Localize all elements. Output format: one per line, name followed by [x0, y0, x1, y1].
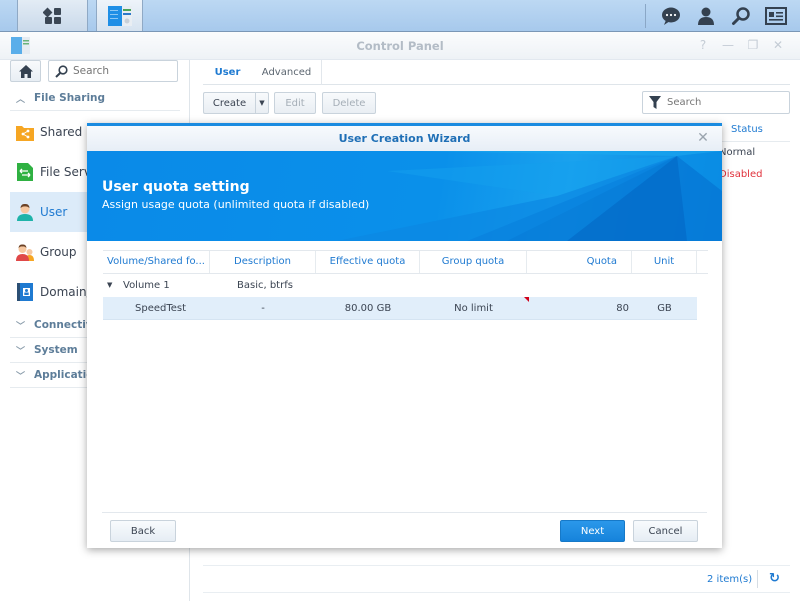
- section-label: File Sharing: [34, 92, 106, 104]
- table-row[interactable]: SpeedTest - 80.00 GB No limit 80 GB: [103, 297, 697, 320]
- create-button[interactable]: Create: [203, 92, 255, 114]
- home-button[interactable]: [10, 60, 41, 82]
- effective-quota: 80.00 GB: [344, 303, 392, 314]
- chat-icon: [662, 7, 680, 25]
- delete-button[interactable]: Delete: [322, 92, 376, 114]
- sidebar-item-label: User: [40, 205, 68, 219]
- wizard-banner: User quota setting Assign usage quota (u…: [87, 151, 722, 241]
- close-icon: ✕: [697, 130, 709, 146]
- next-button[interactable]: Next: [560, 520, 625, 542]
- window-titlebar[interactable]: Control Panel ? — ❐ ✕: [0, 32, 800, 60]
- tab-bar: User Advanced: [203, 60, 790, 85]
- chevron-down-icon: ﹀: [16, 321, 26, 332]
- control-panel-icon: [107, 5, 132, 26]
- create-dropdown-button[interactable]: ▼: [255, 92, 269, 114]
- step-title: User quota setting: [102, 179, 250, 195]
- user-creation-wizard: User Creation Wizard ✕ User quota settin…: [87, 123, 722, 548]
- volume-row[interactable]: ▼ Volume 1 Basic, btrfs: [103, 274, 697, 297]
- shared-folder-name: SpeedTest: [135, 303, 187, 314]
- wizard-footer-divider: [102, 512, 707, 513]
- chevron-down-icon: ﹀: [16, 346, 26, 357]
- footer-separator: [757, 570, 758, 588]
- taskbar-separator: [645, 4, 646, 28]
- user-icon: [16, 203, 34, 221]
- banner-decoration: [337, 151, 722, 241]
- caret-down-icon: ▼: [259, 99, 265, 107]
- column-volume[interactable]: Volume/Shared fo...: [103, 251, 210, 273]
- search-button[interactable]: [729, 4, 753, 28]
- restore-button[interactable]: ❐: [746, 38, 760, 52]
- user-menu-button[interactable]: [694, 4, 718, 28]
- minimize-button[interactable]: —: [721, 38, 735, 52]
- column-group-quota[interactable]: Group quota: [420, 251, 527, 273]
- grid-icon: [42, 7, 61, 24]
- column-unit[interactable]: Unit: [632, 251, 697, 273]
- quota-value[interactable]: 80: [527, 297, 631, 320]
- step-subtitle: Assign usage quota (unlimited quota if d…: [102, 198, 370, 211]
- help-icon: ?: [699, 38, 707, 52]
- tab-user[interactable]: User: [203, 60, 252, 85]
- main-menu-button[interactable]: [17, 0, 88, 31]
- column-effective-quota[interactable]: Effective quota: [316, 251, 420, 273]
- taskbar-control-panel-button[interactable]: [96, 0, 143, 31]
- minimize-icon: —: [722, 38, 734, 52]
- shared-folder-icon: [16, 123, 34, 141]
- chat-button[interactable]: [659, 4, 683, 28]
- help-button[interactable]: ?: [696, 38, 710, 52]
- section-label: System: [34, 344, 78, 356]
- status-disabled: Disabled: [719, 169, 763, 180]
- file-services-icon: [16, 163, 34, 181]
- window-title: Control Panel: [356, 39, 444, 53]
- widgets-button[interactable]: [764, 4, 788, 28]
- refresh-button[interactable]: ↻: [769, 571, 780, 586]
- filter-search-input[interactable]: [667, 97, 777, 108]
- footer-divider: [203, 565, 790, 566]
- refresh-icon: ↻: [769, 571, 780, 586]
- footer-divider: [203, 592, 790, 593]
- domain-icon: [16, 283, 34, 301]
- column-description[interactable]: Description: [210, 251, 316, 273]
- expand-caret-icon[interactable]: ▼: [107, 274, 112, 297]
- column-status[interactable]: Status: [731, 124, 763, 135]
- volume-description: Basic, btrfs: [237, 280, 293, 291]
- search-icon: [732, 7, 750, 25]
- tab-advanced[interactable]: Advanced: [252, 60, 322, 85]
- widget-icon: [765, 7, 787, 25]
- status-normal: Normal: [719, 147, 756, 158]
- filter-search[interactable]: [642, 91, 790, 114]
- filter-icon: [649, 96, 661, 109]
- back-button[interactable]: Back: [110, 520, 176, 542]
- taskbar: [0, 0, 800, 32]
- volume-name: Volume 1: [123, 280, 170, 291]
- user-icon: [698, 7, 714, 25]
- column-quota[interactable]: Quota: [527, 251, 632, 273]
- restore-icon: ❐: [747, 38, 759, 52]
- close-icon: ✕: [772, 38, 784, 52]
- wizard-close-button[interactable]: ✕: [696, 130, 710, 146]
- sidebar-section-file-sharing[interactable]: ︿ File Sharing: [10, 86, 180, 111]
- chevron-down-icon: ﹀: [16, 371, 26, 382]
- cancel-button[interactable]: Cancel: [633, 520, 698, 542]
- sidebar-item-label: Group: [40, 245, 77, 259]
- search-icon: [55, 64, 68, 78]
- group-icon: [16, 243, 34, 261]
- quota-grid-header: Volume/Shared fo... Description Effectiv…: [103, 250, 708, 274]
- sidebar-search[interactable]: [48, 60, 178, 82]
- folder-description: -: [261, 303, 265, 314]
- quota-unit[interactable]: GB: [632, 297, 697, 320]
- home-icon: [18, 64, 33, 78]
- item-count: 2 item(s): [707, 574, 753, 585]
- group-quota: No limit: [454, 303, 493, 314]
- edit-button[interactable]: Edit: [274, 92, 316, 114]
- sidebar-search-input[interactable]: [73, 65, 173, 77]
- wizard-title[interactable]: User Creation Wizard: [87, 126, 722, 151]
- close-button[interactable]: ✕: [771, 38, 785, 52]
- chevron-up-icon: ︿: [16, 94, 26, 105]
